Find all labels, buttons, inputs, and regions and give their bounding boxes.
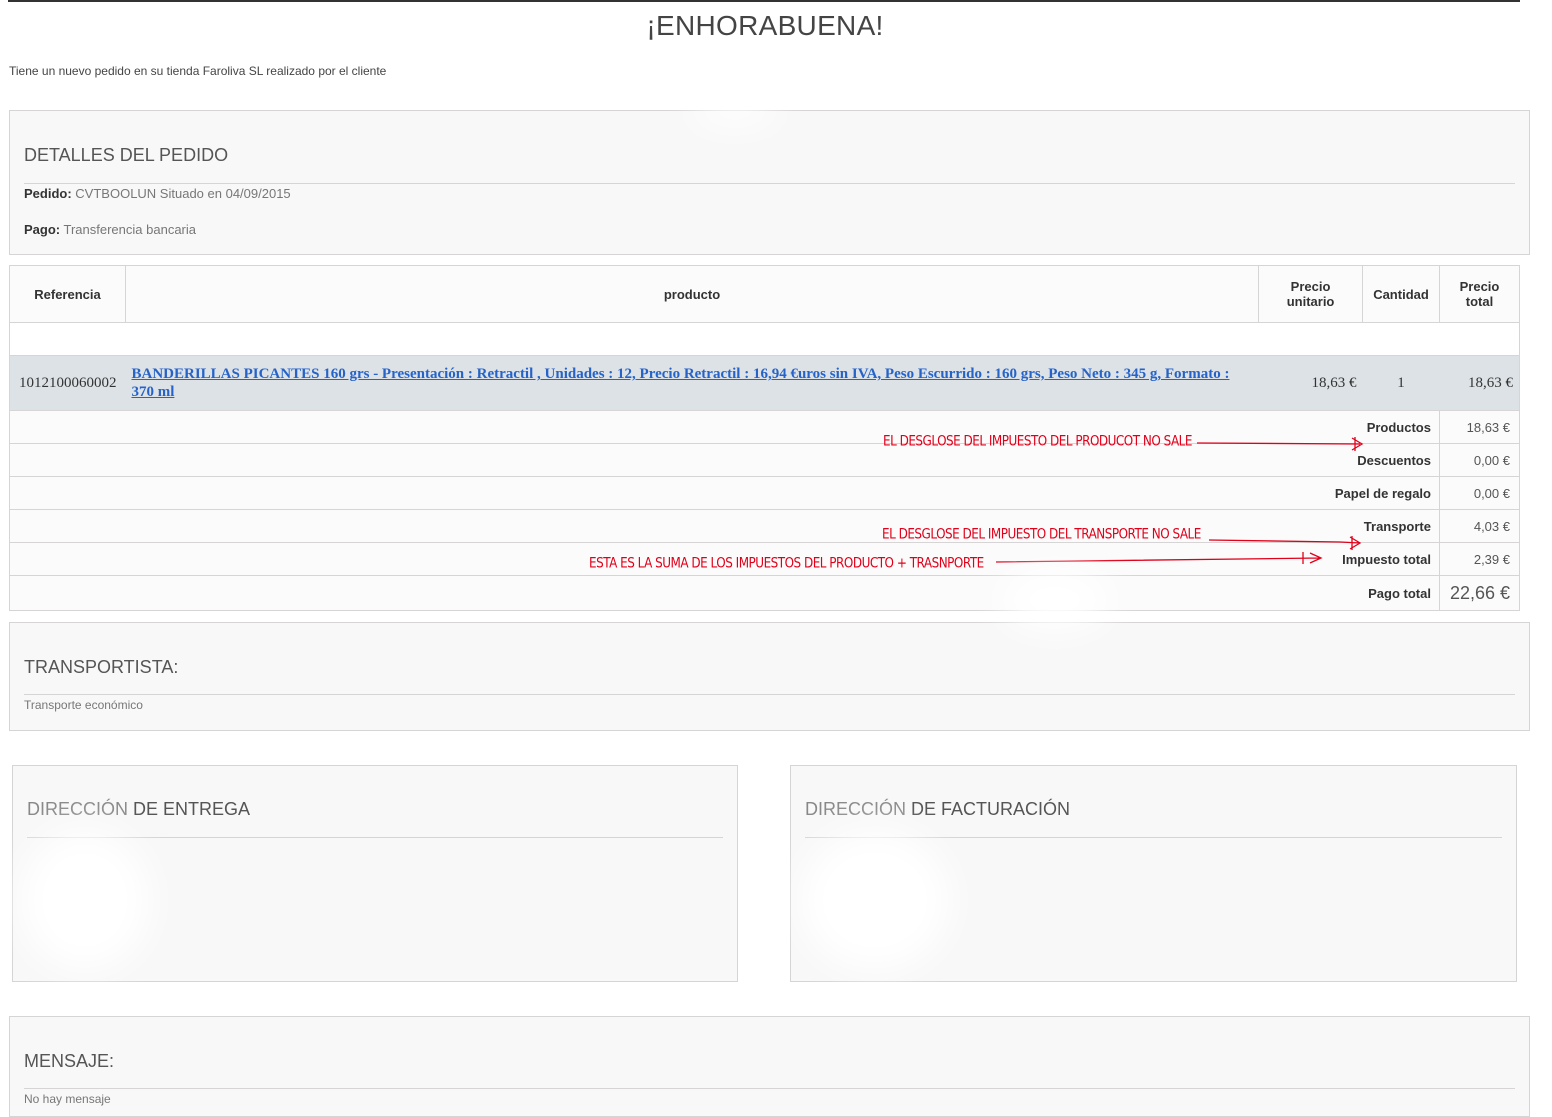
arrow-product-tax [1196, 437, 1364, 451]
message-panel: MENSAJE: No hay mensaje [9, 1016, 1530, 1117]
carrier-panel: TRANSPORTISTA: Transporte económico [9, 622, 1530, 731]
message-value: No hay mensaje [24, 1092, 111, 1106]
billing-title: DIRECCIÓN DE FACTURACIÓN [805, 799, 1071, 819]
redaction-blur [20, 830, 150, 970]
carrier-divider [24, 694, 1515, 695]
message-divider [24, 1088, 1515, 1089]
redaction-blur [690, 95, 780, 125]
carrier-value: Transporte económico [24, 698, 143, 712]
carrier-title: TRANSPORTISTA: [24, 657, 179, 677]
delivery-title: DIRECCIÓN DE ENTREGA [27, 799, 251, 819]
message-title: MENSAJE: [24, 1051, 115, 1071]
redaction-blur [800, 830, 950, 970]
arrow-tax-sum [995, 552, 1323, 564]
arrow-shipping-tax [1208, 536, 1362, 550]
delivery-divider [27, 837, 723, 838]
redaction-blur [1000, 570, 1110, 630]
